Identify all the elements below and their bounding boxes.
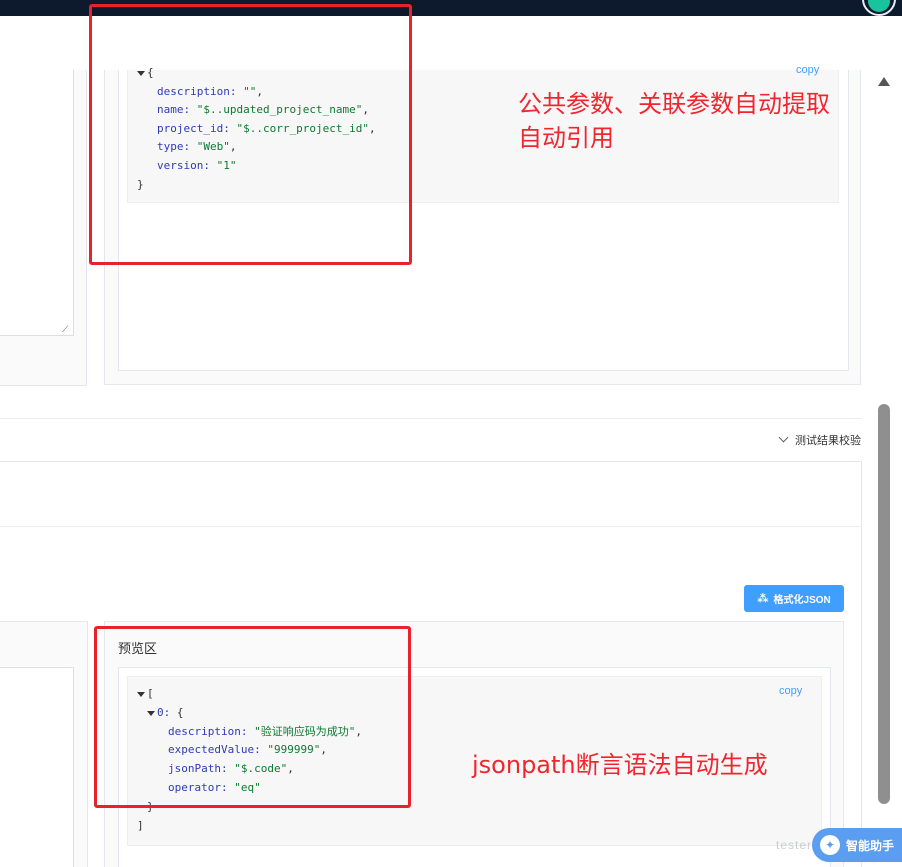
json-line: ] xyxy=(137,819,144,832)
collapse-test-validation[interactable]: 测试结果校验 xyxy=(778,432,861,448)
assertion-textarea[interactable] xyxy=(0,667,74,867)
chevron-down-icon xyxy=(778,432,789,443)
scrollbar-thumb[interactable] xyxy=(878,404,890,804)
request-body-textarea[interactable] xyxy=(0,70,74,336)
annotation-text-top: 公共参数、关联参数自动提取 自动引用 xyxy=(518,90,830,152)
format-json-button[interactable]: ⁂ 格式化JSON xyxy=(744,585,844,612)
scroll-up-arrow-icon[interactable] xyxy=(878,77,890,86)
section-separator xyxy=(0,526,862,527)
smart-assistant-button[interactable]: ✦ 智能助手 xyxy=(812,828,902,862)
annotation-box-top xyxy=(89,4,412,265)
section-divider xyxy=(0,418,862,419)
annotation-box-bottom xyxy=(94,626,411,808)
chat-bot-icon: ✦ xyxy=(820,835,840,855)
sparkle-icon: ⁂ xyxy=(757,593,769,605)
annotation-text-bottom: jsonpath断言语法自动生成 xyxy=(472,751,768,779)
resize-handle-icon[interactable]: ⟋ xyxy=(62,325,70,334)
copy-button[interactable]: copy xyxy=(796,64,819,76)
copy-button[interactable]: copy xyxy=(779,685,802,697)
